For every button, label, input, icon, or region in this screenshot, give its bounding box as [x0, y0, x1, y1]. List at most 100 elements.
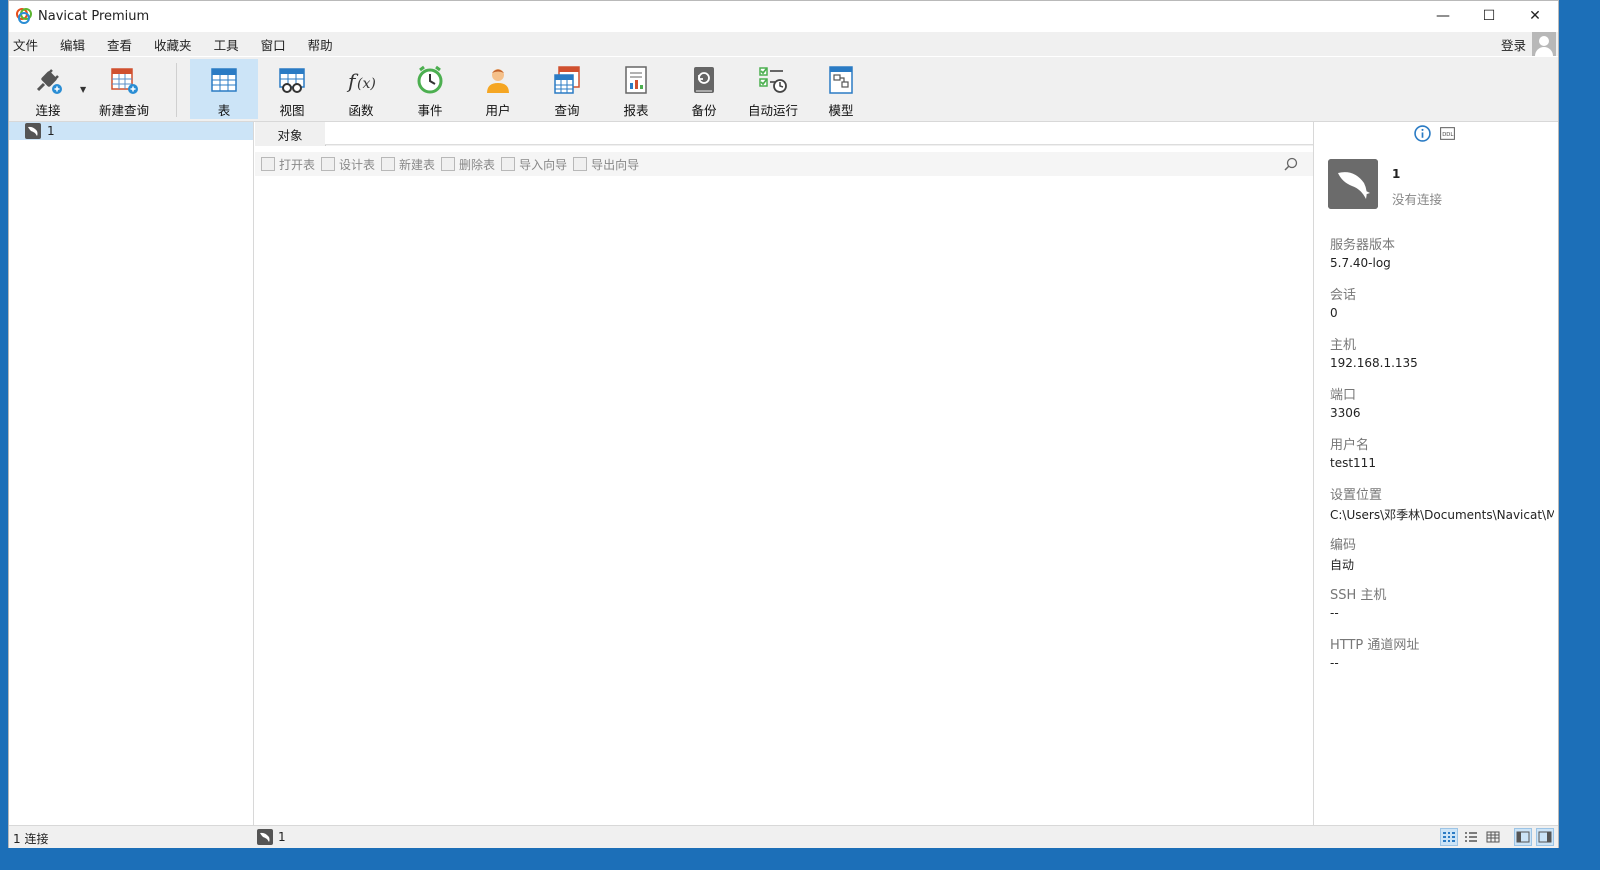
view-button[interactable]: 视图	[258, 59, 326, 119]
event-icon	[417, 65, 443, 94]
automation-button[interactable]: 自动运行	[739, 59, 807, 119]
close-button[interactable]: ✕	[1512, 1, 1558, 31]
import-wizard-button[interactable]: 导入向导	[501, 156, 567, 173]
menu-help[interactable]: 帮助	[302, 35, 349, 54]
prop-sessions: 会话 0	[1330, 288, 1357, 320]
prop-host: 主机 192.168.1.135	[1330, 338, 1418, 370]
prop-http-tunnel: HTTP 通道网址 --	[1330, 638, 1420, 670]
mysql-connection-icon	[25, 123, 41, 139]
menu-favorites[interactable]: 收藏夹	[148, 35, 208, 54]
function-icon: f (x)	[346, 69, 376, 93]
function-label: 函数	[348, 103, 374, 118]
menu-bar: 文件 编辑 查看 收藏夹 工具 窗口 帮助 登录	[9, 32, 1558, 56]
delete-table-icon	[441, 157, 456, 171]
prop-username: 用户名 test111	[1330, 438, 1376, 470]
automation-icon	[759, 67, 787, 93]
menu-edit[interactable]: 编辑	[54, 35, 101, 54]
view-icon	[279, 68, 305, 93]
connection-properties: 服务器版本 5.7.40-log 会话 0 主机 192.168.1.135 端…	[1330, 234, 1554, 684]
detail-view-button[interactable]	[1484, 828, 1502, 846]
status-current-connection: 1	[257, 829, 286, 845]
menu-view[interactable]: 查看	[101, 35, 148, 54]
grid-view-button[interactable]	[1440, 828, 1458, 846]
new-table-button[interactable]: 新建表	[381, 156, 435, 173]
menu-window[interactable]: 窗口	[255, 35, 302, 54]
search-icon[interactable]	[1283, 156, 1299, 172]
grid-view-icon	[1443, 832, 1455, 842]
query-icon	[554, 66, 580, 94]
info-panel-tabs: DDL	[1414, 125, 1456, 142]
main-panel: 对象 打开表 设计表 新建表 删除表 导入向导 导出向导	[255, 122, 1313, 825]
new-table-icon	[381, 157, 396, 171]
navicat-logo-icon	[16, 8, 32, 24]
model-icon	[829, 66, 853, 94]
connect-button[interactable]: 连接	[14, 59, 82, 119]
view-mode-buttons	[1440, 828, 1554, 846]
user-label: 用户	[485, 103, 511, 118]
connection-tree: 1	[9, 122, 254, 825]
tab-objects[interactable]: 对象	[255, 122, 326, 146]
prop-server-version: 服务器版本 5.7.40-log	[1330, 238, 1396, 270]
maximize-button[interactable]: ☐	[1466, 1, 1512, 31]
app-window: Navicat Premium — ☐ ✕ 文件 编辑 查看 收藏夹 工具 窗口…	[8, 0, 1559, 848]
query-button[interactable]: 查询	[533, 59, 601, 119]
connection-summary: 1 没有连接	[1328, 159, 1442, 209]
toolbar-separator	[176, 63, 177, 117]
list-view-button[interactable]	[1462, 828, 1480, 846]
window-controls: — ☐ ✕	[1420, 1, 1558, 31]
function-button[interactable]: f (x) 函数	[327, 59, 395, 119]
delete-table-button[interactable]: 删除表	[441, 156, 495, 173]
toggle-right-panel-button[interactable]	[1536, 828, 1554, 846]
user-button[interactable]: 用户	[464, 59, 532, 119]
design-table-button[interactable]: 设计表	[321, 156, 375, 173]
view-label: 视图	[279, 103, 305, 118]
info-connection-status: 没有连接	[1392, 192, 1443, 207]
import-wizard-icon	[501, 157, 516, 171]
model-label: 模型	[828, 103, 854, 118]
menu-tools[interactable]: 工具	[208, 35, 255, 54]
object-toolbar: 打开表 设计表 新建表 删除表 导入向导 导出向导	[255, 152, 1313, 176]
avatar[interactable]	[1532, 32, 1556, 56]
svg-text:(x): (x)	[357, 76, 376, 92]
menu-file[interactable]: 文件	[9, 35, 54, 54]
prop-settings-location: 设置位置 C:\Users\邓季林\Documents\Navicat\M	[1330, 488, 1554, 522]
info-icon[interactable]	[1414, 125, 1431, 142]
connect-icon	[36, 69, 62, 94]
detail-view-icon	[1486, 831, 1500, 843]
new-query-icon	[111, 68, 138, 94]
report-icon	[625, 66, 647, 94]
open-table-button[interactable]: 打开表	[261, 156, 315, 173]
main-toolbar: 连接 ▼ 新建查询 表 视图 f (x) 函数 事件 用户 查询 报表 备份 自…	[9, 57, 1558, 122]
event-button[interactable]: 事件	[396, 59, 464, 119]
status-connection-count: 1 连接	[13, 832, 49, 846]
ddl-icon[interactable]: DDL	[1439, 125, 1456, 142]
tab-strip: 对象	[255, 122, 1313, 146]
event-label: 事件	[417, 103, 443, 118]
table-label: 表	[217, 103, 231, 118]
left-panel-icon	[1516, 831, 1530, 843]
model-button[interactable]: 模型	[807, 59, 875, 119]
toggle-left-panel-button[interactable]	[1514, 828, 1532, 846]
export-wizard-button[interactable]: 导出向导	[573, 156, 639, 173]
prop-ssh-host: SSH 主机 --	[1330, 588, 1387, 620]
backup-button[interactable]: 备份	[670, 59, 738, 119]
report-button[interactable]: 报表	[602, 59, 670, 119]
login-area: 登录	[1501, 32, 1556, 56]
prop-port: 端口 3306	[1330, 388, 1361, 420]
title-bar: Navicat Premium — ☐ ✕	[9, 1, 1558, 31]
table-button[interactable]: 表	[190, 59, 258, 119]
status-bar: 1 连接 1	[9, 825, 1558, 848]
automation-label: 自动运行	[747, 103, 798, 118]
minimize-button[interactable]: —	[1420, 1, 1466, 31]
new-query-button[interactable]: 新建查询	[90, 59, 158, 119]
export-wizard-icon	[573, 157, 588, 171]
connect-dropdown-icon[interactable]: ▼	[80, 85, 86, 94]
backup-label: 备份	[691, 103, 717, 118]
open-table-icon	[261, 157, 275, 171]
prop-encoding: 编码 自动	[1330, 538, 1357, 572]
login-link[interactable]: 登录	[1501, 35, 1526, 54]
connection-item[interactable]: 1	[9, 122, 253, 140]
new-query-label: 新建查询	[98, 103, 149, 118]
mysql-dolphin-icon	[1328, 159, 1378, 209]
right-panel-icon	[1538, 831, 1552, 843]
